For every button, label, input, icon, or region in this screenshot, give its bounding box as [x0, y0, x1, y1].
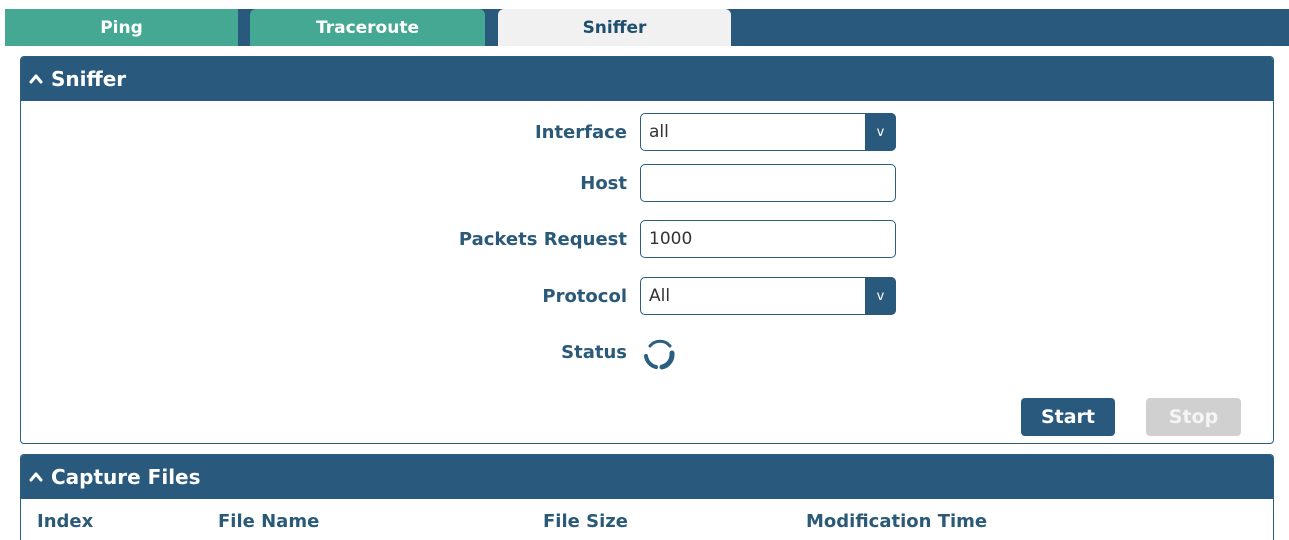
packets-request-label: Packets Request	[458, 228, 627, 250]
sniffer-panel-title: Sniffer	[51, 67, 127, 91]
stop-button[interactable]: Stop	[1146, 398, 1241, 436]
column-header-file-name[interactable]: File Name	[218, 511, 319, 532]
protocol-row: Protocol All v	[21, 277, 1273, 315]
interface-select[interactable]: all v	[640, 113, 896, 151]
protocol-select[interactable]: All v	[640, 277, 896, 315]
loading-spinner-icon	[640, 336, 678, 374]
protocol-select-value: All	[649, 286, 671, 306]
interface-label: Interface	[534, 121, 627, 143]
interface-row: Interface all v	[21, 113, 1273, 151]
start-button[interactable]: Start	[1021, 398, 1115, 436]
sniffer-panel: Sniffer Interface all v Host Packets Req…	[20, 56, 1274, 444]
tab-traceroute[interactable]: Traceroute	[250, 9, 485, 46]
interface-select-value: all	[649, 122, 669, 142]
tab-bar: Ping Traceroute Sniffer	[5, 9, 1289, 46]
tab-sniffer[interactable]: Sniffer	[498, 9, 731, 46]
dropdown-arrow-icon[interactable]: v	[865, 277, 896, 315]
column-header-index[interactable]: Index	[37, 511, 93, 532]
chevron-up-icon[interactable]	[29, 72, 43, 86]
capture-files-panel-header[interactable]: Capture Files	[21, 455, 1273, 499]
dropdown-arrow-icon[interactable]: v	[865, 113, 896, 151]
host-label: Host	[580, 172, 627, 194]
status-row: Status	[21, 333, 1273, 371]
tab-ping[interactable]: Ping	[5, 9, 238, 46]
capture-files-panel: Capture Files Index File Name File Size …	[20, 454, 1274, 540]
column-header-modification-time[interactable]: Modification Time	[806, 511, 987, 532]
status-label: Status	[561, 341, 627, 363]
capture-files-title: Capture Files	[51, 465, 201, 489]
chevron-up-icon[interactable]	[29, 470, 43, 484]
packets-request-input[interactable]	[640, 220, 896, 258]
packets-row: Packets Request	[21, 220, 1273, 258]
column-header-file-size[interactable]: File Size	[543, 511, 628, 532]
host-row: Host	[21, 164, 1273, 202]
protocol-label: Protocol	[542, 285, 627, 307]
sniffer-panel-header[interactable]: Sniffer	[21, 57, 1273, 101]
host-input[interactable]	[640, 164, 896, 202]
